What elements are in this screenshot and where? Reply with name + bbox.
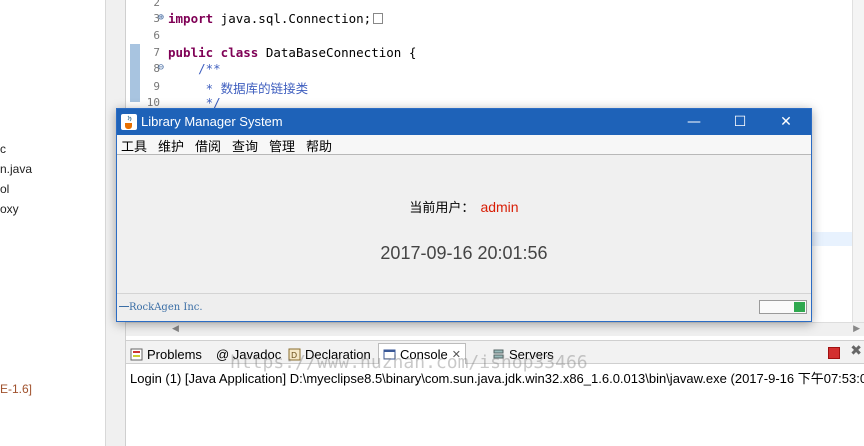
console-tabbar: Problems @ Javadoc D Declaration Console… bbox=[126, 340, 864, 365]
tab-label: Console bbox=[400, 347, 448, 362]
window-title: Library Manager System bbox=[141, 114, 283, 129]
explorer-item[interactable]: oxy bbox=[0, 202, 19, 216]
line-number: 6 bbox=[153, 29, 160, 42]
fold-collapse-icon[interactable]: ⊖ bbox=[158, 62, 164, 73]
code-line[interactable]: public class DataBaseConnection { bbox=[168, 45, 416, 60]
tab-servers[interactable]: Servers bbox=[492, 345, 554, 363]
main-panel: 当前用户： admin 2017-09-16 20:01:56 bbox=[117, 155, 811, 293]
tab-label: Servers bbox=[509, 346, 554, 362]
change-ruler-mark bbox=[130, 44, 140, 102]
menu-borrow[interactable]: 借阅 bbox=[195, 136, 221, 155]
explorer-item[interactable]: n.java bbox=[0, 162, 32, 176]
explorer-item-jre[interactable]: E-1.6] bbox=[0, 382, 32, 396]
menu-help[interactable]: 帮助 bbox=[306, 136, 332, 155]
code-keyword: public class bbox=[168, 45, 259, 60]
tab-declaration[interactable]: D Declaration bbox=[288, 345, 371, 363]
current-user-label: 当前用户： bbox=[409, 201, 475, 216]
code-text: java.sql.Connection; bbox=[213, 11, 372, 26]
tab-label: Problems bbox=[147, 346, 202, 362]
problems-icon bbox=[130, 348, 143, 361]
console-output[interactable]: Login (1) [Java Application] D:\myeclips… bbox=[126, 364, 864, 446]
code-keyword: import bbox=[168, 11, 214, 26]
scroll-left-icon[interactable]: ◀ bbox=[172, 324, 179, 334]
screen: c n.java ol oxy E-1.6] 2 3 ⊕ import java… bbox=[0, 0, 864, 446]
line-number: 7 bbox=[153, 46, 160, 59]
console-launch-line: Login (1) [Java Application] D:\myeclips… bbox=[130, 371, 864, 386]
current-datetime: 2017-09-16 20:01:56 bbox=[380, 243, 548, 263]
fold-expand-icon[interactable]: ⊕ bbox=[158, 12, 164, 23]
collapsed-import-icon[interactable] bbox=[373, 13, 384, 24]
library-manager-window: Library Manager System — ☐ ✕ 工具 维护 借阅 查询… bbox=[116, 108, 812, 322]
current-user-row: 当前用户： admin bbox=[117, 197, 811, 216]
status-bar: RockAgen Inc. bbox=[117, 293, 811, 321]
window-titlebar[interactable]: Library Manager System — ☐ ✕ bbox=[117, 109, 811, 135]
explorer-item[interactable]: ol bbox=[0, 182, 9, 196]
close-button[interactable]: ✕ bbox=[763, 109, 809, 135]
menubar: 工具 维护 借阅 查询 管理 帮助 bbox=[117, 135, 811, 155]
scroll-right-icon[interactable]: ▶ bbox=[853, 324, 860, 334]
servers-icon bbox=[492, 348, 505, 361]
line-number: 3 bbox=[153, 12, 160, 25]
code-text: DataBaseConnection { bbox=[258, 45, 417, 60]
progress-bar bbox=[759, 300, 807, 314]
editor-horizontal-scrollbar[interactable]: ◀ ▶ bbox=[126, 322, 864, 336]
terminate-icon[interactable] bbox=[828, 347, 840, 359]
line-number: 2 bbox=[153, 0, 160, 9]
java-cup-icon bbox=[121, 114, 137, 130]
line-number: 8 bbox=[153, 62, 160, 75]
maximize-button[interactable]: ☐ bbox=[717, 109, 763, 135]
svg-text:D: D bbox=[291, 351, 297, 360]
tab-label: @ Javadoc bbox=[216, 346, 282, 362]
line-number: 9 bbox=[153, 80, 160, 93]
menu-query[interactable]: 查询 bbox=[232, 136, 258, 155]
tab-problems[interactable]: Problems bbox=[130, 345, 202, 363]
editor-vertical-scrollbar[interactable] bbox=[852, 0, 864, 322]
code-comment[interactable]: /** bbox=[168, 61, 221, 76]
tab-label: Declaration bbox=[305, 346, 371, 362]
tab-javadoc[interactable]: @ Javadoc bbox=[216, 345, 281, 363]
menu-tools[interactable]: 工具 bbox=[121, 136, 147, 155]
tab-console[interactable]: Console ✕ bbox=[378, 343, 466, 365]
company-label: RockAgen Inc. bbox=[119, 302, 203, 313]
current-user-value: admin bbox=[480, 199, 519, 215]
menu-manage[interactable]: 管理 bbox=[269, 136, 295, 155]
progress-fill bbox=[794, 302, 805, 312]
minimize-button[interactable]: — bbox=[671, 109, 717, 135]
code-line[interactable]: import java.sql.Connection; bbox=[168, 11, 384, 26]
company-name: RockAgen Inc. bbox=[129, 302, 203, 313]
package-explorer: c n.java ol oxy E-1.6] bbox=[0, 0, 106, 446]
console-icon bbox=[383, 348, 396, 361]
declaration-icon: D bbox=[288, 348, 301, 361]
close-tab-icon[interactable]: ✕ bbox=[452, 348, 461, 361]
menu-maintain[interactable]: 维护 bbox=[158, 136, 184, 155]
remove-launch-icon[interactable]: ✖ bbox=[850, 343, 862, 359]
explorer-item[interactable]: c bbox=[0, 142, 6, 156]
